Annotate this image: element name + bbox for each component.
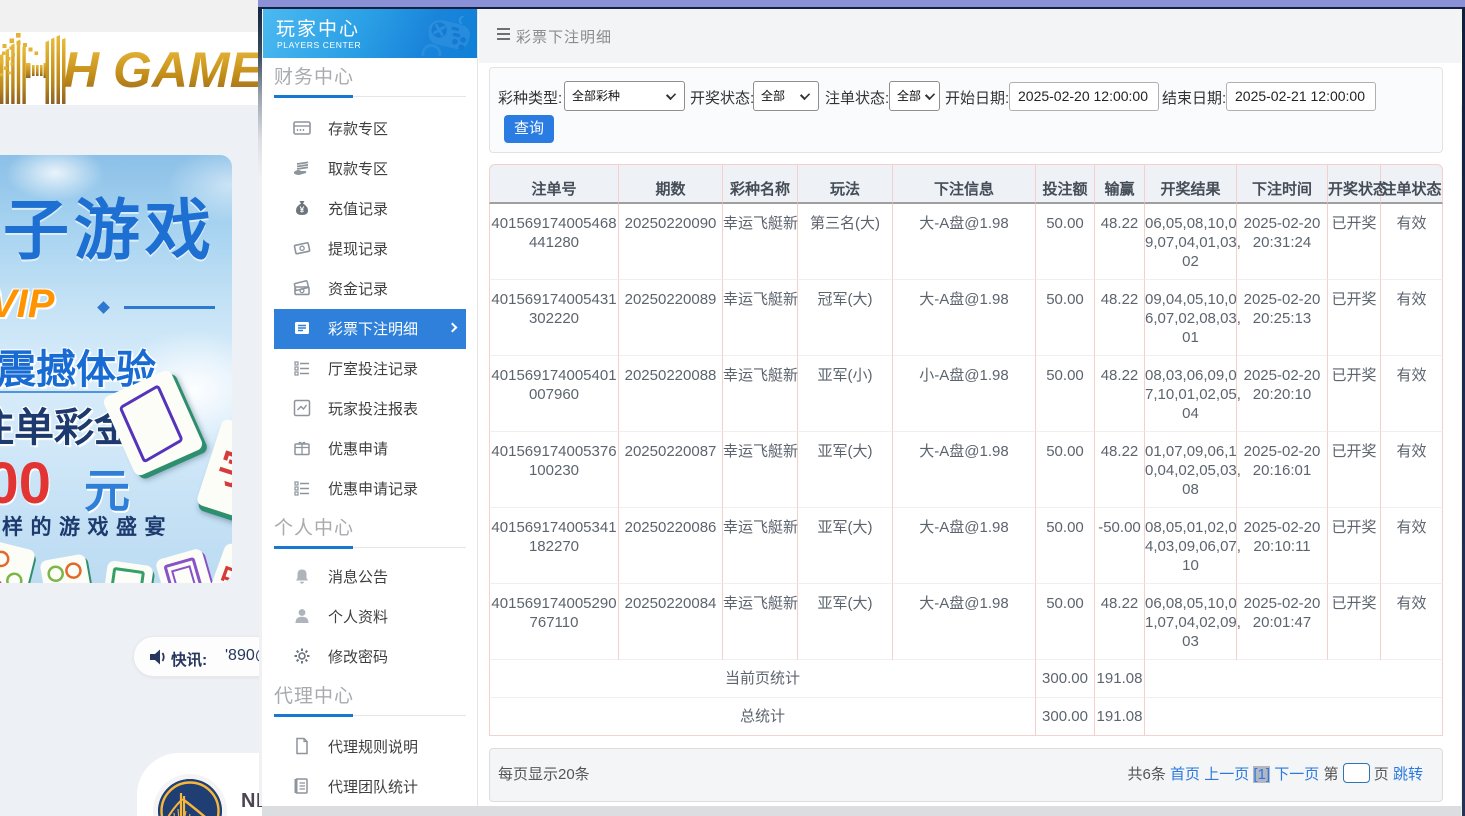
svg-text:¥: ¥ (300, 204, 305, 214)
